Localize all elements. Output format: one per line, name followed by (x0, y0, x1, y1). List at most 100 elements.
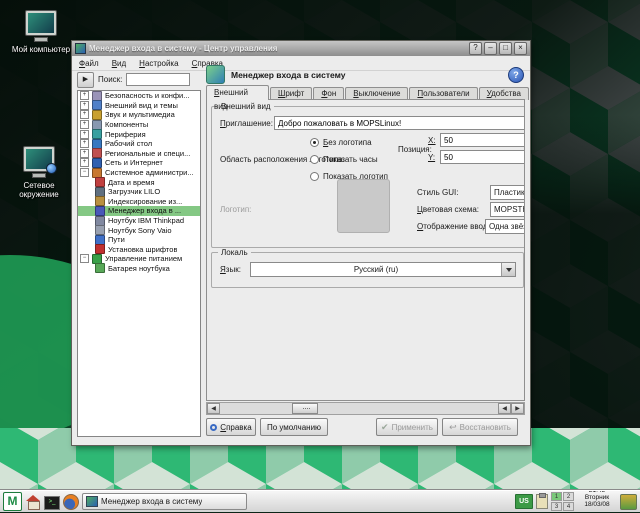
tree-item[interactable]: Внешний вид и темы (78, 101, 200, 111)
tree-item[interactable]: Компоненты (78, 120, 200, 130)
tree-item[interactable]: Звук и мультимедиа (78, 110, 200, 120)
taskbar: M >_ Менеджер входа в систему US 1 2 3 4… (0, 490, 640, 512)
regional-icon (92, 148, 102, 158)
expander-icon[interactable] (80, 120, 89, 129)
tree-item[interactable]: Батарея ноутбука (78, 264, 200, 274)
group-title: Локаль (218, 248, 251, 257)
y-input[interactable] (440, 150, 525, 164)
pager-desktop-2[interactable]: 2 (563, 492, 574, 501)
gui-style-select[interactable]: Пластик (490, 185, 525, 200)
expander-icon[interactable] (80, 130, 89, 139)
color-scheme-select[interactable]: MOPSTheme (490, 202, 525, 217)
whats-this-icon[interactable]: ? (508, 67, 524, 83)
scrollbar-thumb[interactable] (292, 403, 318, 414)
start-menu-icon[interactable]: M (3, 492, 22, 511)
module-title: Менеджер входа в систему (231, 70, 508, 80)
titlebar[interactable]: Менеджер входа в систему - Центр управле… (72, 41, 530, 56)
tree-item[interactable]: Периферия (78, 129, 200, 139)
tree-item[interactable]: Дата и время (78, 177, 200, 187)
tree-item[interactable]: Рабочий стол (78, 139, 200, 149)
tree-item[interactable]: Региональные и специ... (78, 149, 200, 159)
indexing-icon (95, 196, 105, 206)
pager-desktop-1[interactable]: 1 (551, 492, 562, 501)
desktop-icon-network[interactable]: Сетевое окружение (8, 146, 70, 199)
keyboard-layout-indicator[interactable]: US (515, 494, 533, 509)
menu-settings[interactable]: Настройка (139, 59, 178, 68)
close-button[interactable] (514, 42, 527, 55)
terminal-icon[interactable]: >_ (44, 496, 60, 510)
chevron-down-icon[interactable] (501, 263, 515, 276)
login-manager-icon (95, 206, 105, 216)
tree-item[interactable]: Ноутбук Sony Vaio (78, 225, 200, 235)
radio-no-logo[interactable] (310, 138, 319, 147)
radio-show-clock[interactable] (310, 155, 319, 164)
logo-label: Логотип: (220, 205, 251, 214)
horizontal-scrollbar[interactable]: ◀ ◀ ▶ (206, 402, 525, 415)
tray-app-icon[interactable] (620, 494, 637, 510)
tree-item[interactable]: Индексирование из... (78, 197, 200, 207)
paths-icon (95, 235, 105, 245)
tree-item[interactable]: Безопасность и конфи... (78, 91, 200, 101)
scrollbar-track[interactable] (220, 403, 498, 414)
reset-button[interactable]: Восстановить (442, 418, 518, 436)
module-header: Менеджер входа в систему ? (206, 63, 524, 86)
clear-search-icon[interactable]: ▶ (77, 72, 94, 88)
echo-mode-select[interactable]: Одна звёздочка (485, 219, 525, 234)
tree-item[interactable]: Системное администри... (78, 168, 200, 178)
desktop-pager: 1 2 3 4 (551, 492, 574, 511)
minimize-button[interactable] (484, 42, 497, 55)
gui-style-label: Стиль GUI: (417, 188, 458, 197)
sound-icon (92, 110, 102, 120)
scroll-left-icon[interactable]: ◀ (498, 403, 511, 414)
expander-icon[interactable] (80, 254, 89, 263)
tab-page-appearance: Внешний вид Приглашение: Без логотипа Об… (206, 99, 525, 401)
radio-show-clock-label: Показать часы (323, 155, 378, 164)
browser-icon[interactable] (63, 494, 79, 510)
expander-icon[interactable] (80, 91, 89, 100)
radio-show-logo[interactable] (310, 172, 319, 181)
lilo-icon (95, 187, 105, 197)
tree-item[interactable]: Установка шрифтов (78, 245, 200, 255)
pager-desktop-3[interactable]: 3 (551, 502, 562, 511)
expander-icon[interactable] (80, 158, 89, 167)
search-input[interactable] (126, 73, 190, 86)
clock[interactable]: 21:45 Вторник 18/03/08 (577, 491, 617, 513)
maximize-button[interactable] (499, 42, 512, 55)
tab-appearance[interactable]: Внешний вид (206, 85, 269, 100)
tree-item[interactable]: Пути (78, 235, 200, 245)
language-select[interactable]: Русский (ru) (250, 262, 516, 277)
check-icon (381, 423, 389, 432)
power-icon (92, 254, 102, 264)
menu-file[interactable]: Файл (79, 59, 99, 68)
tree-item[interactable]: Загрузчик LILO (78, 187, 200, 197)
logo-preview[interactable] (337, 179, 390, 233)
home-icon[interactable] (25, 494, 41, 510)
tree-item[interactable]: Управление питанием (78, 254, 200, 264)
scroll-right-icon[interactable]: ▶ (511, 403, 524, 414)
expander-icon[interactable] (80, 101, 89, 110)
menu-view[interactable]: Вид (112, 59, 126, 68)
scroll-left-icon[interactable]: ◀ (207, 403, 220, 414)
x-input[interactable] (440, 133, 525, 147)
greeting-input[interactable] (274, 116, 525, 130)
expander-icon[interactable] (80, 149, 89, 158)
desktop-icon-label: Мой компьютер (10, 45, 72, 54)
task-button-login-manager[interactable]: Менеджер входа в систему (82, 493, 247, 510)
echo-mode-label: Отображение ввода: (417, 222, 494, 231)
pager-desktop-4[interactable]: 4 (563, 502, 574, 511)
tree-item[interactable]: Сеть и Интернет (78, 158, 200, 168)
defaults-button[interactable]: По умолчанию (260, 418, 328, 436)
network-icon (92, 158, 102, 168)
desktop-icon-my-computer[interactable]: Мой компьютер (10, 10, 72, 54)
tree-item-login-manager[interactable]: Менеджер входа в ... (78, 206, 200, 216)
peripherals-icon (92, 129, 102, 139)
tree-item[interactable]: Ноутбук IBM Thinkpad (78, 216, 200, 226)
expander-icon[interactable] (80, 139, 89, 148)
expander-icon[interactable] (80, 110, 89, 119)
expander-icon[interactable] (80, 168, 89, 177)
apply-button[interactable]: Применить (376, 418, 438, 436)
laptop-icon (95, 225, 105, 235)
titlebar-help-button[interactable] (469, 42, 482, 55)
help-button[interactable]: Справка (206, 418, 256, 436)
clipboard-icon[interactable] (536, 494, 548, 509)
